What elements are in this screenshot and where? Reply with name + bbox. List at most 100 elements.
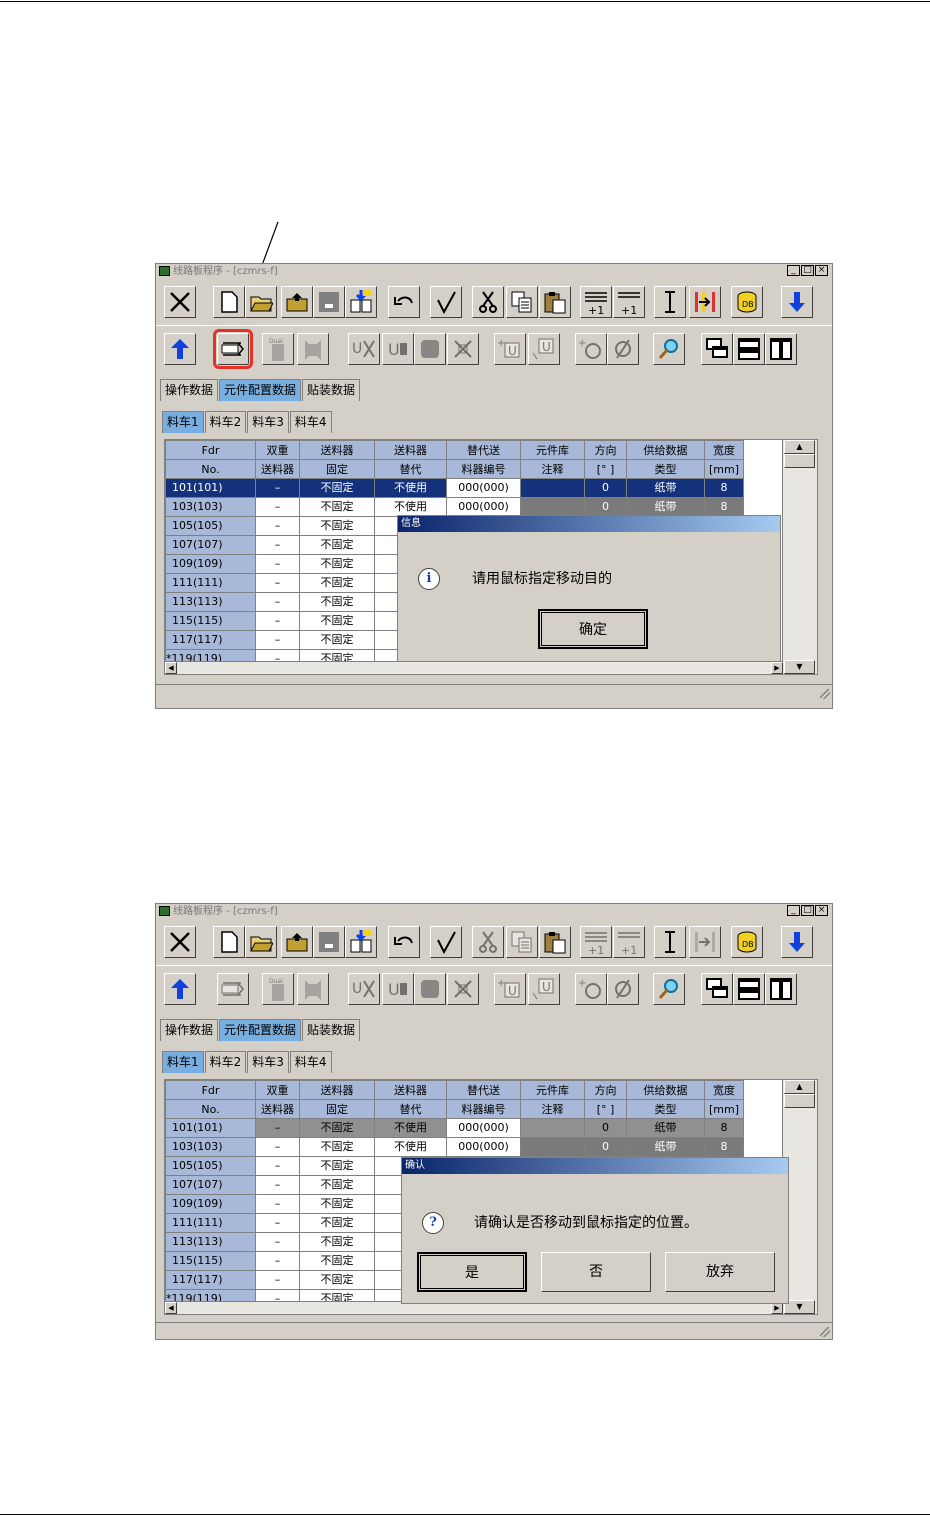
cut-icon[interactable]: [472, 926, 504, 958]
table-cell[interactable]: –: [255, 573, 300, 593]
header-cell[interactable]: 替代: [374, 459, 447, 479]
header-cell[interactable]: 料器编号: [446, 459, 521, 479]
delete-unit-icon[interactable]: [447, 333, 479, 365]
tab-component-config[interactable]: 元件配置数据: [219, 379, 302, 401]
table-cell[interactable]: 109(109): [165, 1194, 256, 1214]
open-folder-icon[interactable]: [245, 926, 277, 958]
magnifier-icon[interactable]: [653, 973, 685, 1005]
open-folder-icon[interactable]: [245, 286, 277, 318]
scroll-down-arrow[interactable]: ▼: [784, 660, 815, 674]
table-cell[interactable]: –: [255, 535, 300, 555]
tab-cart-1[interactable]: 料车1: [162, 1051, 204, 1073]
table-cell[interactable]: 不使用: [374, 1118, 447, 1138]
table-cell[interactable]: 纸带: [626, 478, 705, 498]
copy-icon[interactable]: [506, 286, 538, 318]
new-file-icon[interactable]: [213, 286, 245, 318]
up-arrow-icon[interactable]: [164, 973, 196, 1005]
increment-down-icon[interactable]: +1: [580, 286, 612, 318]
table-cell[interactable]: 111(111): [165, 1213, 256, 1233]
table-cell[interactable]: –: [255, 1175, 300, 1195]
header-cell[interactable]: 供给数据: [626, 440, 705, 460]
increment-up-icon[interactable]: +1: [613, 926, 645, 958]
gray-box-icon[interactable]: [313, 926, 345, 958]
table-cell[interactable]: [520, 478, 585, 498]
header-cell[interactable]: 固定: [299, 459, 375, 479]
tab-placement-data[interactable]: 贴装数据: [302, 1019, 361, 1041]
ok-button[interactable]: 确定: [538, 609, 648, 649]
table-cell[interactable]: 不使用: [374, 497, 447, 517]
table-row[interactable]: 103(103) – 不固定 不使用 000(000) 0 纸带 8: [165, 497, 744, 517]
magnifier-icon[interactable]: [653, 333, 685, 365]
table-cell[interactable]: –: [255, 1251, 300, 1271]
scroll-up-arrow[interactable]: ▲: [784, 440, 815, 454]
table-cell[interactable]: 不固定: [299, 1232, 375, 1252]
table-cell[interactable]: 不固定: [299, 535, 375, 555]
increment-up-icon[interactable]: +1: [613, 286, 645, 318]
table-cell[interactable]: 不固定: [299, 1175, 375, 1195]
table-cell[interactable]: 107(107): [165, 535, 256, 555]
swap-unit-icon[interactable]: U: [348, 973, 380, 1005]
table-cell[interactable]: 不使用: [374, 1137, 447, 1157]
header-cell[interactable]: Fdr: [165, 440, 256, 460]
table-cell[interactable]: –: [255, 1270, 300, 1290]
scroll-left-arrow[interactable]: ◀: [165, 1302, 177, 1314]
null-icon[interactable]: [607, 333, 639, 365]
null-icon[interactable]: [607, 973, 639, 1005]
check-icon[interactable]: [430, 926, 462, 958]
table-cell[interactable]: 103(103): [165, 1137, 256, 1157]
table-cell[interactable]: 不固定: [299, 1270, 375, 1290]
table-cell[interactable]: 0: [584, 497, 627, 517]
table-cell[interactable]: –: [255, 1156, 300, 1176]
header-cell[interactable]: 方向: [584, 1080, 627, 1100]
new-file-icon[interactable]: [213, 926, 245, 958]
cursor-icon[interactable]: [654, 926, 686, 958]
table-cell[interactable]: 不固定: [299, 592, 375, 612]
single-feeder-icon[interactable]: [297, 973, 329, 1005]
header-cell[interactable]: 元件库: [520, 1080, 585, 1100]
delete-unit-icon[interactable]: [447, 973, 479, 1005]
header-cell[interactable]: [° ]: [584, 1099, 627, 1119]
header-cell[interactable]: No.: [165, 459, 256, 479]
table-cell[interactable]: 111(111): [165, 573, 256, 593]
dual-feeder-icon[interactable]: Dual: [262, 973, 294, 1005]
tab-cart-4[interactable]: 料车4: [289, 411, 332, 433]
close-icon[interactable]: [164, 926, 196, 958]
table-cell[interactable]: 8: [704, 1118, 744, 1138]
window-cascade-icon[interactable]: [701, 333, 733, 365]
tab-cart-4[interactable]: 料车4: [289, 1051, 332, 1073]
table-cell[interactable]: 0: [584, 478, 627, 498]
table-cell[interactable]: –: [255, 1232, 300, 1252]
table-cell[interactable]: 000(000): [446, 1118, 521, 1138]
maximize-button[interactable]: □: [801, 905, 814, 916]
single-feeder-icon[interactable]: [297, 333, 329, 365]
table-cell[interactable]: 000(000): [446, 478, 521, 498]
undo-icon[interactable]: [388, 926, 420, 958]
table-cell[interactable]: 109(109): [165, 554, 256, 574]
save-grid-icon[interactable]: [345, 286, 377, 318]
table-cell[interactable]: 8: [704, 1137, 744, 1157]
table-cell[interactable]: 0: [584, 1118, 627, 1138]
tab-cart-2[interactable]: 料车2: [204, 411, 247, 433]
table-row[interactable]: 101(101) – 不固定 不使用 000(000) 0 纸带 8: [165, 478, 744, 498]
table-cell[interactable]: 不固定: [299, 573, 375, 593]
header-cell[interactable]: 替代: [374, 1099, 447, 1119]
add-o-icon[interactable]: +: [575, 333, 607, 365]
header-cell[interactable]: 类型: [626, 1099, 705, 1119]
cart-icon[interactable]: [414, 973, 446, 1005]
table-cell[interactable]: –: [255, 1213, 300, 1233]
check-icon[interactable]: [430, 286, 462, 318]
remove-unit-icon[interactable]: U: [528, 973, 560, 1005]
table-cell[interactable]: 不固定: [299, 516, 375, 536]
table-cell[interactable]: 不固定: [299, 1156, 375, 1176]
table-cell[interactable]: 不固定: [299, 1194, 375, 1214]
folder-up-icon[interactable]: [281, 926, 313, 958]
table-cell[interactable]: [520, 497, 585, 517]
header-cell[interactable]: 类型: [626, 459, 705, 479]
database-icon[interactable]: DB: [731, 926, 763, 958]
remove-unit-icon[interactable]: U: [528, 333, 560, 365]
table-cell[interactable]: 不固定: [299, 1213, 375, 1233]
cut-icon[interactable]: [472, 286, 504, 318]
table-cell[interactable]: 117(117): [165, 1270, 256, 1290]
tab-component-config[interactable]: 元件配置数据: [219, 1019, 302, 1041]
table-cell[interactable]: 不固定: [299, 1137, 375, 1157]
